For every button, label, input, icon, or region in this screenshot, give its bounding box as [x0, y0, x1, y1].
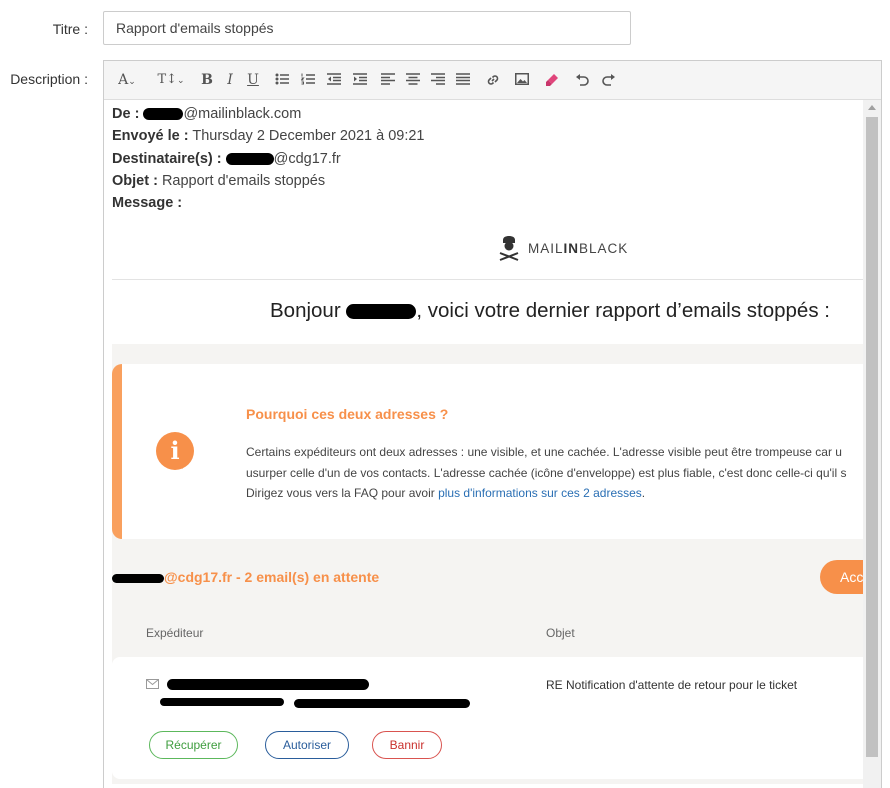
- editor-content[interactable]: De : @mailinblack.com Envoyé le : Thursd…: [104, 100, 863, 788]
- highlighter-icon[interactable]: [544, 69, 560, 91]
- redaction: [346, 304, 417, 320]
- redaction: [143, 108, 184, 121]
- recipient-label: Destinataire(s) :: [112, 151, 222, 167]
- redo-icon[interactable]: [601, 69, 617, 91]
- mail-subject: RE Notification d'attente de retour pour…: [546, 678, 798, 692]
- info-title: Pourquoi ces deux adresses ?: [246, 406, 449, 422]
- from-line: De : @mailinblack.com: [112, 106, 301, 122]
- underline-icon[interactable]: U: [245, 69, 261, 91]
- rich-text-editor[interactable]: A⌄ T↕⌄ B I U De : @mailinblack.com Envoy…: [103, 60, 882, 788]
- info-text: Certains expéditeurs ont deux adresses :…: [246, 445, 847, 500]
- accept-all-button[interactable]: Acc: [820, 560, 863, 594]
- numbered-list-icon[interactable]: [300, 69, 316, 91]
- title-input[interactable]: [103, 11, 631, 45]
- header-separator: [112, 279, 863, 280]
- sent-line: Envoyé le : Thursday 2 December 2021 à 0…: [112, 128, 425, 144]
- logo-text: MAILINBLACK: [528, 240, 629, 256]
- info-card: i Pourquoi ces deux adresses ? Certains …: [112, 364, 863, 539]
- undo-icon[interactable]: [574, 69, 590, 91]
- image-icon[interactable]: [514, 69, 530, 91]
- redaction: [112, 573, 164, 583]
- from-label: De :: [112, 106, 140, 122]
- column-subject: Objet: [546, 626, 575, 640]
- font-color-icon[interactable]: A⌄: [114, 69, 140, 91]
- editor-toolbar: A⌄ T↕⌄ B I U: [104, 61, 881, 100]
- envelope-icon: [146, 679, 159, 689]
- redaction: [294, 699, 470, 708]
- sent-label: Envoyé le :: [112, 128, 189, 144]
- title-label: Titre :: [52, 21, 88, 37]
- column-sender: Expéditeur: [146, 626, 204, 640]
- align-left-icon[interactable]: [380, 69, 396, 91]
- redaction: [167, 679, 369, 690]
- redaction: [225, 153, 274, 166]
- description-label: Description :: [10, 71, 88, 87]
- pirate-logo-icon: [499, 236, 519, 261]
- recover-button[interactable]: Récupérer: [149, 731, 238, 759]
- link-icon[interactable]: [485, 69, 501, 91]
- redaction: [160, 698, 284, 706]
- recipient-line: Destinataire(s) : @cdg17.fr: [112, 151, 341, 167]
- font-size-icon[interactable]: T↕⌄: [154, 69, 188, 91]
- bullet-list-icon[interactable]: [274, 69, 290, 91]
- italic-icon[interactable]: I: [222, 69, 238, 91]
- greeting: Bonjour , voici votre dernier rapport d’…: [270, 299, 830, 322]
- subject-value: Rapport d'emails stoppés: [161, 173, 326, 189]
- indent-icon[interactable]: [352, 69, 368, 91]
- align-right-icon[interactable]: [430, 69, 446, 91]
- message-label: Message :: [112, 195, 183, 211]
- recipient-value: @cdg17.fr: [273, 151, 341, 167]
- list-item: RE Notification d'attente de retour pour…: [112, 657, 863, 779]
- editor-scrollbar[interactable]: [863, 100, 881, 788]
- align-center-icon[interactable]: [405, 69, 421, 91]
- pending-title: @cdg17.fr - 2 email(s) en attente: [112, 569, 379, 585]
- sent-value: Thursday 2 December 2021 à 09:21: [192, 128, 425, 144]
- outdent-icon[interactable]: [326, 69, 342, 91]
- subject-label: Objet :: [112, 173, 158, 189]
- subject-line: Objet : Rapport d'emails stoppés: [112, 173, 325, 189]
- from-value: @mailinblack.com: [183, 106, 302, 122]
- scroll-up-arrow-icon[interactable]: [868, 105, 876, 110]
- message-line: Message :: [112, 195, 182, 211]
- ban-button[interactable]: Bannir: [372, 731, 442, 759]
- justify-icon[interactable]: [455, 69, 471, 91]
- scroll-thumb[interactable]: [866, 117, 878, 757]
- allow-button[interactable]: Autoriser: [265, 731, 349, 759]
- faq-link[interactable]: plus d'informations sur ces 2 adresses: [438, 486, 642, 500]
- mailinblack-logo: MAILINBLACK: [498, 235, 628, 261]
- info-icon: i: [156, 432, 194, 470]
- bold-icon[interactable]: B: [199, 69, 215, 91]
